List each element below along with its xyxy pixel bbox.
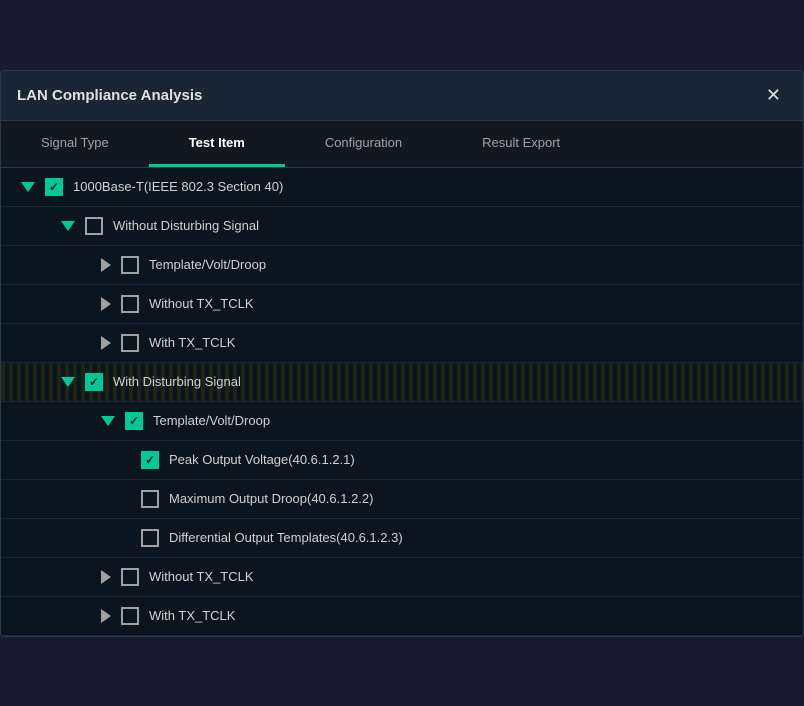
checkbox-unchecked[interactable] xyxy=(141,490,159,508)
tab-configuration[interactable]: Configuration xyxy=(285,121,442,167)
checkbox-unchecked[interactable] xyxy=(121,295,139,313)
collapse-icon xyxy=(101,416,115,426)
dialog-title: LAN Compliance Analysis xyxy=(17,87,202,104)
row-label: Template/Volt/Droop xyxy=(153,413,270,428)
checkbox-checked[interactable]: ✓ xyxy=(45,178,63,196)
collapse-icon xyxy=(61,377,75,387)
tree-row[interactable]: ✓ Peak Output Voltage(40.6.1.2.1) xyxy=(1,441,803,480)
row-label: Template/Volt/Droop xyxy=(149,257,266,272)
tree-row[interactable]: Without Disturbing Signal xyxy=(1,207,803,246)
checkbox-checked[interactable]: ✓ xyxy=(85,373,103,391)
checkbox-unchecked[interactable] xyxy=(121,607,139,625)
row-label: With TX_TCLK xyxy=(149,608,235,623)
main-dialog: LAN Compliance Analysis ✕ Signal Type Te… xyxy=(0,70,804,637)
row-label: 1000Base-T(IEEE 802.3 Section 40) xyxy=(73,179,283,194)
tree-row[interactable]: Without TX_TCLK xyxy=(1,285,803,324)
row-label: Differential Output Templates(40.6.1.2.3… xyxy=(169,530,403,545)
row-label: Without TX_TCLK xyxy=(149,569,254,584)
row-label: Peak Output Voltage(40.6.1.2.1) xyxy=(169,452,355,467)
row-label: Without Disturbing Signal xyxy=(113,218,259,233)
row-label: With Disturbing Signal xyxy=(113,374,241,389)
tab-bar: Signal Type Test Item Configuration Resu… xyxy=(1,121,803,168)
tree-row[interactable]: With TX_TCLK xyxy=(1,324,803,363)
row-label: Without TX_TCLK xyxy=(149,296,254,311)
close-button[interactable]: ✕ xyxy=(760,83,787,108)
tree-row[interactable]: Without TX_TCLK xyxy=(1,558,803,597)
expand-icon xyxy=(101,258,111,272)
expand-icon xyxy=(101,570,111,584)
row-label: Maximum Output Droop(40.6.1.2.2) xyxy=(169,491,373,506)
expand-icon xyxy=(101,609,111,623)
title-bar: LAN Compliance Analysis ✕ xyxy=(1,71,803,121)
tree-row[interactable]: With TX_TCLK xyxy=(1,597,803,636)
tree-row[interactable]: Differential Output Templates(40.6.1.2.3… xyxy=(1,519,803,558)
tab-test-item[interactable]: Test Item xyxy=(149,121,285,167)
expand-icon xyxy=(101,297,111,311)
checkbox-unchecked[interactable] xyxy=(121,568,139,586)
tree-row[interactable]: Maximum Output Droop(40.6.1.2.2) xyxy=(1,480,803,519)
checkbox-unchecked[interactable] xyxy=(121,256,139,274)
row-label: With TX_TCLK xyxy=(149,335,235,350)
tab-result-export[interactable]: Result Export xyxy=(442,121,600,167)
checkbox-unchecked[interactable] xyxy=(121,334,139,352)
checkbox-unchecked[interactable] xyxy=(141,529,159,547)
collapse-icon xyxy=(61,221,75,231)
tree-row[interactable]: Template/Volt/Droop xyxy=(1,246,803,285)
collapse-icon xyxy=(21,182,35,192)
checkbox-unchecked[interactable] xyxy=(85,217,103,235)
tree-row[interactable]: ✓ 1000Base-T(IEEE 802.3 Section 40) xyxy=(1,168,803,207)
checkbox-checked[interactable]: ✓ xyxy=(141,451,159,469)
tree-row[interactable]: ✓ With Disturbing Signal xyxy=(1,363,803,402)
expand-icon xyxy=(101,336,111,350)
tree-row[interactable]: ✓ Template/Volt/Droop xyxy=(1,402,803,441)
tree-content: ✓ 1000Base-T(IEEE 802.3 Section 40) With… xyxy=(1,168,803,636)
checkbox-checked[interactable]: ✓ xyxy=(125,412,143,430)
tab-signal-type[interactable]: Signal Type xyxy=(1,121,149,167)
